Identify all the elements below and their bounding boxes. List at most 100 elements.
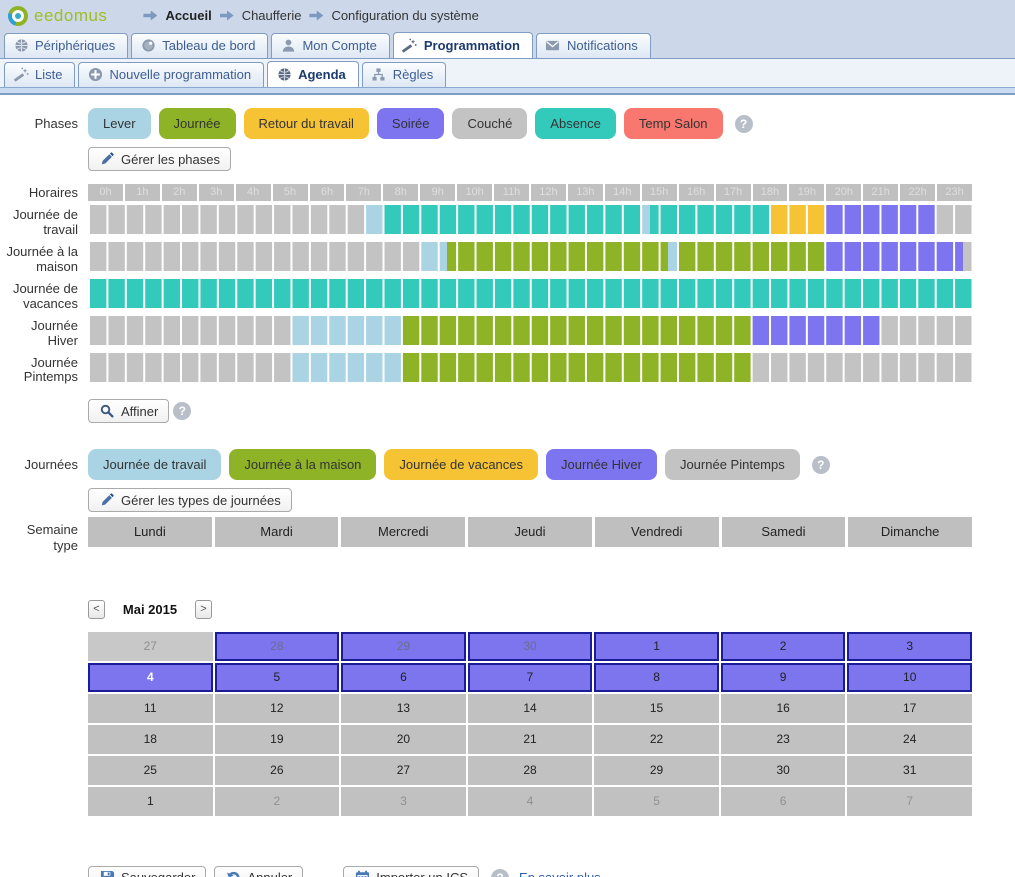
timeline-segment-retour[interactable] [769,205,824,234]
timeline-segment-couche[interactable] [88,242,420,271]
phase-button-journee[interactable]: Journée [159,108,236,139]
timeline-segment-couche[interactable] [88,316,291,345]
help-icon[interactable]: ? [735,115,753,133]
breadcrumb-item-configuration-du-systeme[interactable]: Configuration du système [331,8,478,23]
day-type-button-journee-hiver[interactable]: Journée Hiver [546,449,657,480]
calendar-day-cell[interactable]: 1 [88,787,213,816]
timeline-bar-journee-a-la-maison[interactable] [88,242,972,271]
main-tab-notifications[interactable]: Notifications [536,33,651,58]
timeline-segment-couche[interactable] [88,353,291,382]
sub-tab-liste[interactable]: Liste [4,62,75,87]
calendar-day-cell[interactable]: 26 [215,756,340,785]
calendar-day-cell[interactable]: 21 [468,725,593,754]
learn-more-link[interactable]: En savoir plus [519,870,601,877]
phase-button-absence[interactable]: Absence [535,108,616,139]
calendar-day-cell[interactable]: 3 [341,787,466,816]
day-type-button-journee-pintemps[interactable]: Journée Pintemps [665,449,800,480]
timeline-segment-absence[interactable] [650,205,770,234]
calendar-day-cell[interactable]: 2 [721,632,846,661]
sub-tab-agenda[interactable]: Agenda [267,61,359,87]
calendar-day-cell[interactable]: 1 [594,632,719,661]
calendar-day-cell[interactable]: 22 [594,725,719,754]
main-tab-programmation[interactable]: Programmation [393,32,533,58]
timeline-segment-couche[interactable] [751,353,972,382]
timeline-segment-couche[interactable] [880,316,972,345]
calendar-day-cell[interactable]: 31 [847,756,972,785]
calendar-day-cell[interactable]: 14 [468,694,593,723]
calendar-day-cell[interactable]: 4 [88,663,213,692]
timeline-segment-couche[interactable] [963,242,972,271]
calendar-prev-button[interactable]: < [88,600,105,619]
manage-day-types-button[interactable]: Gérer les types de journées [88,488,292,512]
calendar-day-cell[interactable]: 7 [847,787,972,816]
calendar-day-cell[interactable]: 19 [215,725,340,754]
phase-button-soiree[interactable]: Soirée [377,108,445,139]
calendar-day-cell[interactable]: 5 [594,787,719,816]
calendar-day-cell[interactable]: 9 [721,663,846,692]
manage-phases-button[interactable]: Gérer les phases [88,147,231,171]
timeline-segment-lever[interactable] [291,353,402,382]
timeline-segment-soiree[interactable] [825,242,963,271]
calendar-day-cell[interactable]: 30 [721,756,846,785]
timeline-segment-lever[interactable] [420,242,448,271]
timeline-segment-journee[interactable] [677,242,824,271]
main-tab-mon-compte[interactable]: Mon Compte [271,33,389,58]
calendar-day-cell[interactable]: 29 [594,756,719,785]
calendar-day-cell[interactable]: 24 [847,725,972,754]
calendar-day-cell[interactable]: 6 [341,663,466,692]
calendar-next-button[interactable]: > [195,600,212,619]
sub-tab-nouvelle-programmation[interactable]: Nouvelle programmation [78,62,264,87]
calendar-day-cell[interactable]: 5 [215,663,340,692]
import-ics-button[interactable]: Importer un ICS [343,866,479,877]
help-icon[interactable]: ? [173,402,191,420]
calendar-day-cell[interactable]: 13 [341,694,466,723]
calendar-day-cell[interactable]: 2 [215,787,340,816]
calendar-day-cell[interactable]: 4 [468,787,593,816]
timeline-bar-journee-pintemps[interactable] [88,353,972,382]
timeline-segment-absence[interactable] [88,279,972,308]
affiner-button[interactable]: Affiner [88,399,169,423]
calendar-day-cell[interactable]: 6 [721,787,846,816]
help-icon[interactable]: ? [491,869,509,877]
timeline-segment-lever[interactable] [668,242,677,271]
breadcrumb-item-accueil[interactable]: Accueil [165,8,211,23]
save-button[interactable]: Sauvegarder [88,866,206,877]
timeline-segment-lever[interactable] [641,205,650,234]
timeline-segment-journee[interactable] [447,242,668,271]
calendar-day-cell[interactable]: 20 [341,725,466,754]
calendar-day-cell[interactable]: 27 [88,632,213,661]
calendar-day-cell[interactable]: 17 [847,694,972,723]
timeline-bar-journee-de-vacances[interactable] [88,279,972,308]
calendar-day-cell[interactable]: 7 [468,663,593,692]
calendar-day-cell[interactable]: 10 [847,663,972,692]
calendar-day-cell[interactable]: 30 [468,632,593,661]
calendar-day-cell[interactable]: 18 [88,725,213,754]
main-tab-tableau-de-bord[interactable]: Tableau de bord [131,33,268,58]
timeline-segment-journee[interactable] [401,353,751,382]
calendar-day-cell[interactable]: 29 [341,632,466,661]
calendar-day-cell[interactable]: 3 [847,632,972,661]
calendar-day-cell[interactable]: 28 [468,756,593,785]
phase-button-lever[interactable]: Lever [88,108,151,139]
main-tab-peripheriques[interactable]: Périphériques [4,33,128,58]
calendar-day-cell[interactable]: 15 [594,694,719,723]
timeline-segment-couche[interactable] [88,205,364,234]
day-type-button-journee-de-travail[interactable]: Journée de travail [88,449,221,480]
timeline-segment-absence[interactable] [383,205,641,234]
timeline-bar-journee-hiver[interactable] [88,316,972,345]
timeline-segment-lever[interactable] [291,316,402,345]
day-type-button-journee-de-vacances[interactable]: Journée de vacances [384,449,538,480]
calendar-day-cell[interactable]: 25 [88,756,213,785]
day-type-button-journee-a-la-maison[interactable]: Journée à la maison [229,449,376,480]
calendar-day-cell[interactable]: 23 [721,725,846,754]
phase-button-couche[interactable]: Couché [452,108,527,139]
phase-button-temp-salon[interactable]: Temp Salon [624,108,723,139]
phase-button-retour-du-travail[interactable]: Retour du travail [244,108,369,139]
calendar-day-cell[interactable]: 8 [594,663,719,692]
calendar-day-cell[interactable]: 28 [215,632,340,661]
calendar-day-cell[interactable]: 11 [88,694,213,723]
cancel-button[interactable]: Annuler [214,866,303,877]
calendar-day-cell[interactable]: 27 [341,756,466,785]
calendar-day-cell[interactable]: 16 [721,694,846,723]
timeline-segment-couche[interactable] [935,205,972,234]
